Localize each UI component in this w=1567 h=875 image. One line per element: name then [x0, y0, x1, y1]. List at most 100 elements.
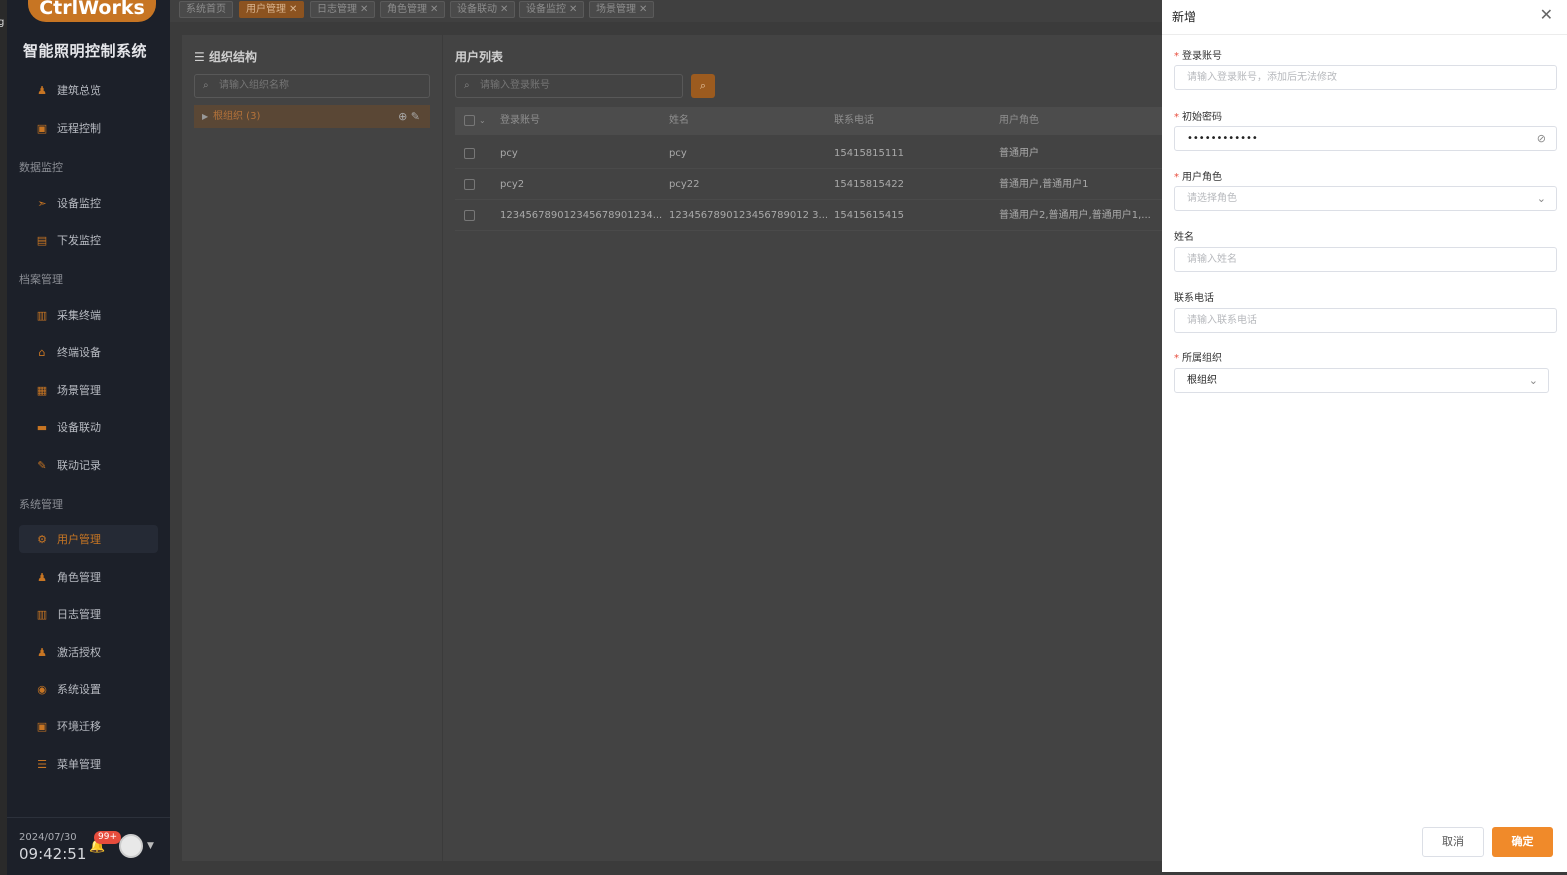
- license-icon: ♟: [37, 645, 47, 659]
- field-label-role: * 用户角色: [1174, 168, 1222, 183]
- column-header: 用户角色: [999, 115, 1039, 126]
- required-mark: *: [1174, 51, 1179, 62]
- sidebar-item-menu-management[interactable]: ☰ 菜单管理: [19, 750, 158, 778]
- account-input[interactable]: 请输入登录账号，添加后无法修改: [1174, 65, 1557, 90]
- sidebar-item-device-monitor[interactable]: ➣ 设备监控: [19, 189, 158, 217]
- required-mark: *: [1174, 112, 1179, 123]
- chevron-down-icon[interactable]: ⌄: [479, 107, 486, 135]
- tree-node-root[interactable]: ▶ 根组织 (3) ⊕ ✎: [194, 105, 430, 128]
- close-icon[interactable]: ✕: [289, 4, 297, 15]
- device-link-icon: ▬: [36, 420, 48, 434]
- edge-character: g: [0, 17, 5, 28]
- org-search-input[interactable]: ⌕ 请输入组织名称: [194, 74, 430, 98]
- close-icon[interactable]: ✕: [430, 4, 438, 15]
- tab-scene-management[interactable]: 场景管理 ✕: [589, 1, 655, 18]
- search-icon: ⌕: [464, 80, 470, 91]
- sidebar-item-migration[interactable]: ▣ 环境迁移: [19, 712, 158, 740]
- sidebar-item-label: 采集终端: [57, 309, 101, 322]
- app-logo: CtrlWorks: [28, 0, 156, 22]
- name-input[interactable]: 请输入姓名: [1174, 247, 1557, 272]
- sidebar-item-label: 激活授权: [57, 646, 101, 659]
- tab-label: 场景管理: [596, 4, 636, 15]
- label-text: 姓名: [1174, 232, 1194, 243]
- chevron-down-icon[interactable]: ▼: [147, 841, 154, 851]
- cell-account: pcy2: [500, 179, 525, 190]
- remote-control-icon: ▣: [36, 121, 48, 135]
- row-checkbox[interactable]: [464, 179, 475, 190]
- close-icon[interactable]: ✕: [360, 4, 368, 15]
- close-icon[interactable]: ✕: [569, 4, 577, 15]
- user-list-title: 用户列表: [455, 50, 504, 64]
- link-record-icon: ✎: [37, 458, 47, 472]
- window-edge-strip: g: [0, 0, 7, 875]
- search-button[interactable]: ⌕: [691, 74, 715, 98]
- tree-node-actions: ⊕ ✎: [398, 105, 420, 128]
- confirm-button[interactable]: 确定: [1492, 827, 1553, 857]
- sidebar-item-license[interactable]: ♟ 激活授权: [19, 638, 158, 666]
- search-icon: ⌕: [203, 80, 209, 91]
- sidebar-item-terminal-device[interactable]: ⌂ 终端设备: [19, 338, 158, 366]
- column-header: 姓名: [669, 115, 689, 126]
- cell-role: 普通用户: [999, 148, 1039, 159]
- sidebar-item-remote-control[interactable]: ▣ 远程控制: [19, 114, 158, 142]
- sidebar-item-label: 终端设备: [57, 346, 101, 359]
- cell-name: pcy22: [669, 179, 700, 190]
- close-icon[interactable]: ✕: [500, 4, 508, 15]
- cell-account: 123456789012345678901234...: [500, 210, 663, 221]
- cancel-button[interactable]: 取消: [1422, 827, 1484, 857]
- password-input[interactable]: •••••••••••• ⊘: [1174, 126, 1557, 151]
- select-all-checkbox[interactable]: [464, 115, 475, 126]
- migration-icon: ▣: [36, 719, 48, 733]
- search-icon: ⌕: [699, 79, 707, 92]
- tab-role-management[interactable]: 角色管理 ✕: [380, 1, 446, 18]
- cell-phone: 15415815422: [834, 179, 904, 190]
- sidebar-item-dispatch-monitor[interactable]: ▤ 下发监控: [19, 226, 158, 254]
- label-text: 用户角色: [1182, 172, 1222, 183]
- tab-home[interactable]: 系统首页: [179, 1, 233, 18]
- cell-phone: 15415615415: [834, 210, 904, 221]
- org-select[interactable]: 根组织 ⌄: [1174, 368, 1549, 393]
- role-placeholder: 请选择角色: [1187, 193, 1237, 204]
- sidebar-item-role-management[interactable]: ♟ 角色管理: [19, 563, 158, 591]
- tab-log-management[interactable]: 日志管理 ✕: [310, 1, 376, 18]
- add-circle-icon[interactable]: ⊕: [398, 110, 407, 123]
- sidebar-item-link-record[interactable]: ✎ 联动记录: [19, 451, 158, 479]
- sidebar-item-label: 设备联动: [57, 421, 101, 434]
- row-checkbox[interactable]: [464, 210, 475, 221]
- name-placeholder: 请输入姓名: [1187, 254, 1237, 265]
- sidebar-item-label: 联动记录: [57, 459, 101, 472]
- sidebar-item-collector[interactable]: ▥ 采集终端: [19, 301, 158, 329]
- close-icon[interactable]: ✕: [639, 4, 647, 15]
- close-icon[interactable]: ✕: [1540, 5, 1553, 24]
- edit-icon[interactable]: ✎: [411, 110, 420, 123]
- sidebar-item-label: 环境迁移: [57, 720, 101, 733]
- row-checkbox[interactable]: [464, 148, 475, 159]
- device-monitor-icon: ➣: [37, 196, 47, 210]
- label-text: 所属组织: [1182, 353, 1222, 364]
- sidebar-item-scene-management[interactable]: ▦ 场景管理: [19, 376, 158, 404]
- caret-right-icon[interactable]: ▶: [202, 105, 208, 128]
- avatar[interactable]: [119, 834, 143, 858]
- current-time: 09:42:51: [19, 845, 87, 863]
- user-search-input[interactable]: ⌕ 请输入登录账号: [455, 74, 683, 98]
- sidebar-item-log-management[interactable]: ▥ 日志管理: [19, 600, 158, 628]
- org-title-text: 组织结构: [208, 50, 257, 64]
- eye-off-icon[interactable]: ⊘: [1537, 127, 1546, 150]
- field-label-org: * 所属组织: [1174, 349, 1222, 364]
- label-text: 联系电话: [1174, 293, 1214, 304]
- tab-device-monitor[interactable]: 设备监控 ✕: [519, 1, 585, 18]
- sidebar-item-label: 场景管理: [57, 384, 101, 397]
- role-icon: ♟: [37, 570, 47, 584]
- role-select[interactable]: 请选择角色 ⌄: [1174, 186, 1557, 211]
- sidebar-item-system-settings[interactable]: ◉ 系统设置: [19, 675, 158, 703]
- sidebar-item-device-linkage[interactable]: ▬ 设备联动: [19, 413, 158, 441]
- sidebar-item-label: 设备监控: [57, 197, 101, 210]
- sidebar-footer: 2024/07/30 09:42:51 🔔 99+ ▼: [7, 817, 170, 875]
- sidebar-item-building-overview[interactable]: ♟ 建筑总览: [19, 76, 158, 104]
- tab-user-management[interactable]: 用户管理 ✕: [239, 1, 305, 18]
- field-label-name: 姓名: [1174, 228, 1194, 243]
- label-text: 登录账号: [1182, 51, 1222, 62]
- phone-input[interactable]: 请输入联系电话: [1174, 308, 1557, 333]
- sidebar-item-user-management[interactable]: ⚙ 用户管理: [19, 525, 158, 553]
- tab-device-linkage[interactable]: 设备联动 ✕: [450, 1, 516, 18]
